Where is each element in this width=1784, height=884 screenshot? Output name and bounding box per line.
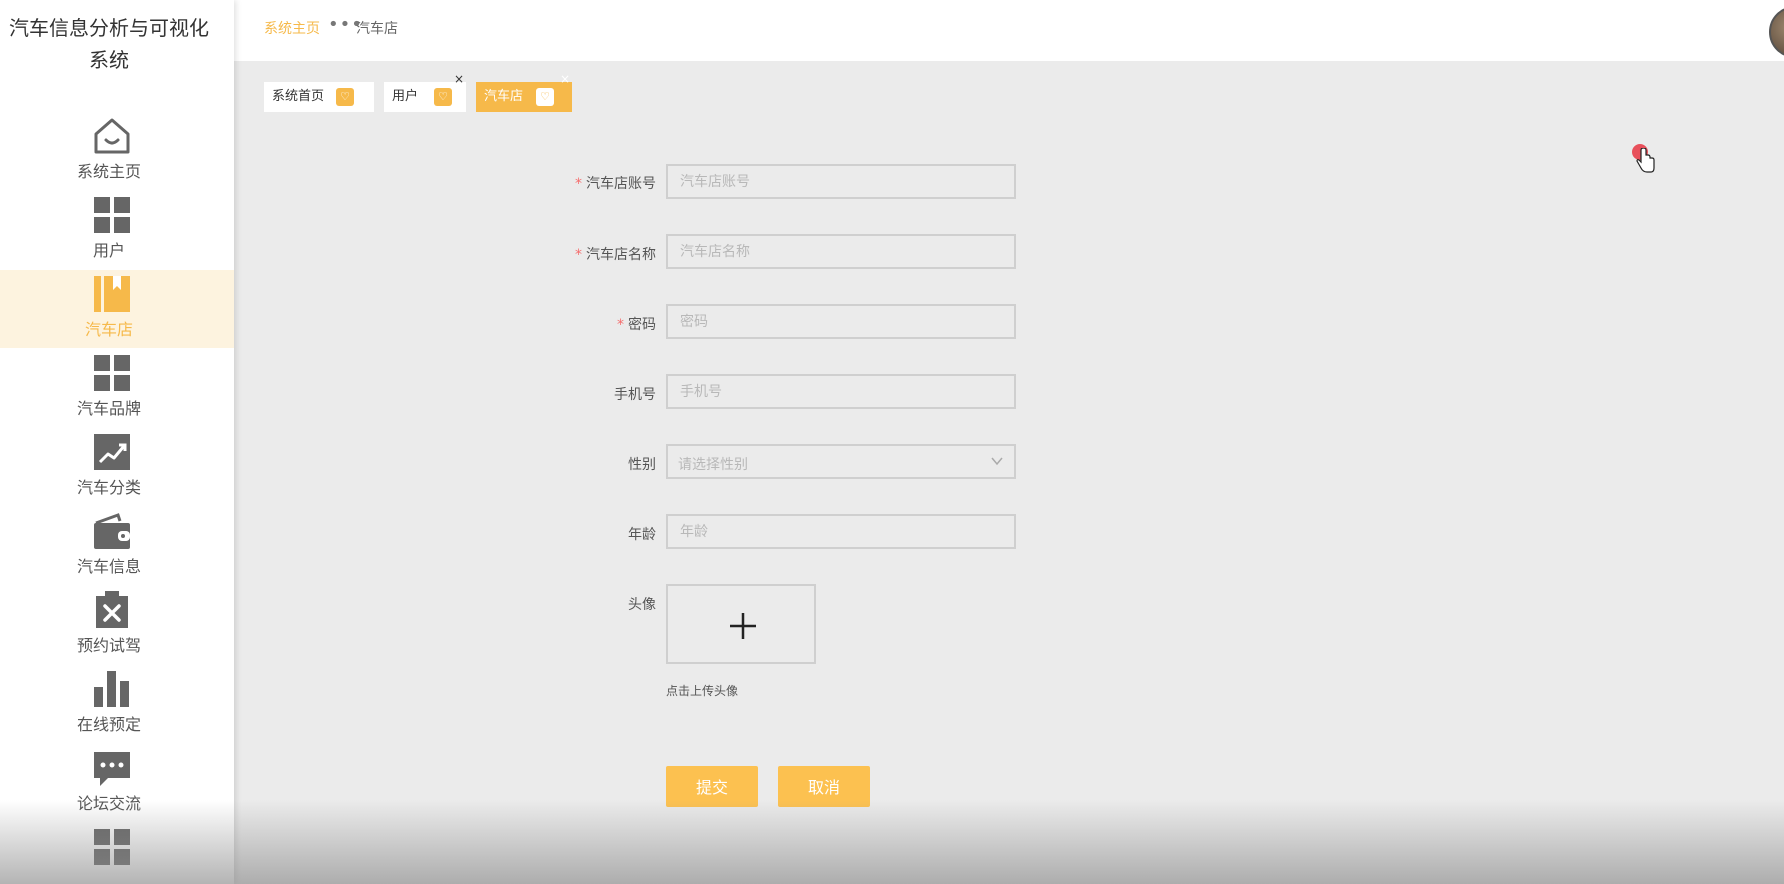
sidebar-item-more[interactable] bbox=[0, 823, 234, 884]
sidebar-item-home[interactable]: 系统主页 bbox=[0, 112, 234, 190]
sidebar-item-label: 汽车店 bbox=[84, 320, 133, 339]
sidebar-item-label: 预约试驾 bbox=[76, 636, 141, 655]
avatar-label: 头像 bbox=[628, 597, 656, 613]
required-mark: * bbox=[575, 176, 582, 192]
bookmark-icon bbox=[94, 276, 130, 312]
chat-icon bbox=[94, 752, 130, 786]
shop-name-label: * 汽车店名称 bbox=[456, 244, 656, 264]
required-mark: * bbox=[617, 317, 624, 333]
label-text: 汽车店名称 bbox=[586, 247, 656, 263]
heart-icon[interactable]: ♡ bbox=[434, 88, 452, 106]
sidebar-item-car-brand[interactable]: 汽车品牌 bbox=[0, 349, 234, 427]
phone-input[interactable] bbox=[666, 374, 1016, 409]
submit-button[interactable]: 提交 bbox=[666, 766, 758, 807]
tab-label: 系统首页 bbox=[272, 89, 325, 104]
sidebar-item-car-info[interactable]: 汽车信息 bbox=[0, 507, 234, 585]
bottom-shadow-overlay bbox=[0, 800, 1784, 884]
sidebar-item-label: 汽车信息 bbox=[76, 557, 141, 576]
hand-pointer-icon bbox=[1636, 148, 1655, 173]
gender-select-placeholder: 请选择性别 bbox=[678, 457, 748, 473]
tab-label: 汽车店 bbox=[484, 89, 524, 104]
gender-select[interactable]: 请选择性别 bbox=[666, 444, 1016, 479]
close-icon[interactable]: × bbox=[454, 72, 464, 86]
password-input[interactable] bbox=[666, 304, 1016, 339]
sidebar-item-car-shop[interactable]: 汽车店 bbox=[0, 270, 234, 348]
chevron-down-icon bbox=[991, 457, 1003, 466]
gender-label: 性别 bbox=[628, 457, 656, 473]
sidebar-item-label: 汽车分类 bbox=[76, 478, 141, 497]
sidebar-item-test-drive[interactable]: 预约试驾 bbox=[0, 586, 234, 664]
account-label: * 汽车店账号 bbox=[456, 173, 656, 193]
sidebar-item-forum[interactable]: 论坛交流 bbox=[0, 744, 234, 822]
phone-label: 手机号 bbox=[614, 387, 656, 403]
password-label: * 密码 bbox=[456, 314, 656, 334]
grid-icon bbox=[94, 829, 130, 865]
label-text: 密码 bbox=[628, 317, 656, 333]
account-input[interactable] bbox=[666, 164, 1016, 199]
home-icon bbox=[94, 118, 130, 154]
cancel-button[interactable]: 取消 bbox=[778, 766, 870, 807]
sidebar-item-label: 用户 bbox=[92, 241, 125, 260]
required-mark: * bbox=[575, 247, 582, 263]
shop-name-input[interactable] bbox=[666, 234, 1016, 269]
grid-icon bbox=[94, 197, 130, 233]
wallet-icon bbox=[94, 513, 130, 549]
sidebar: 汽车信息分析与可视化系统 系统主页 用户 汽车店 汽车品牌 汽车分类 汽车信息 … bbox=[0, 0, 234, 884]
user-avatar[interactable] bbox=[1769, 6, 1784, 58]
top-header: 系统主页 ••• 汽车店 bbox=[234, 0, 1784, 61]
label-text: 汽车店账号 bbox=[586, 176, 656, 192]
close-icon[interactable]: × bbox=[560, 72, 570, 86]
sidebar-item-car-category[interactable]: 汽车分类 bbox=[0, 428, 234, 506]
sidebar-item-label: 汽车品牌 bbox=[76, 399, 141, 418]
tab-system-home[interactable]: 系统首页 ♡ bbox=[264, 82, 374, 112]
heart-icon[interactable]: ♡ bbox=[536, 88, 554, 106]
tab-label: 用户 bbox=[392, 89, 419, 104]
app-title: 汽车信息分析与可视化系统 bbox=[9, 16, 209, 72]
bar-chart-icon bbox=[94, 671, 129, 707]
upload-tip: 点击上传头像 bbox=[666, 684, 739, 698]
sidebar-item-label: 系统主页 bbox=[76, 162, 141, 181]
tab-user[interactable]: 用户 ♡ × bbox=[384, 72, 466, 112]
avatar-upload[interactable] bbox=[666, 584, 816, 664]
plus-icon bbox=[730, 613, 756, 639]
trend-chart-icon bbox=[94, 434, 130, 470]
sidebar-item-label: 在线预定 bbox=[76, 715, 141, 734]
tab-car-shop[interactable]: 汽车店 ♡ × bbox=[476, 72, 572, 112]
delete-clipboard-icon bbox=[96, 591, 128, 628]
sidebar-item-label: 论坛交流 bbox=[76, 794, 141, 813]
sidebar-item-user[interactable]: 用户 bbox=[0, 191, 234, 269]
breadcrumb-current: 汽车店 bbox=[356, 21, 398, 37]
sidebar-item-online-booking[interactable]: 在线预定 bbox=[0, 665, 234, 743]
grid-icon bbox=[94, 355, 130, 391]
breadcrumb-home[interactable]: 系统主页 bbox=[264, 18, 320, 38]
age-input[interactable] bbox=[666, 514, 1016, 549]
heart-icon[interactable]: ♡ bbox=[336, 88, 354, 106]
age-label: 年龄 bbox=[628, 527, 656, 543]
